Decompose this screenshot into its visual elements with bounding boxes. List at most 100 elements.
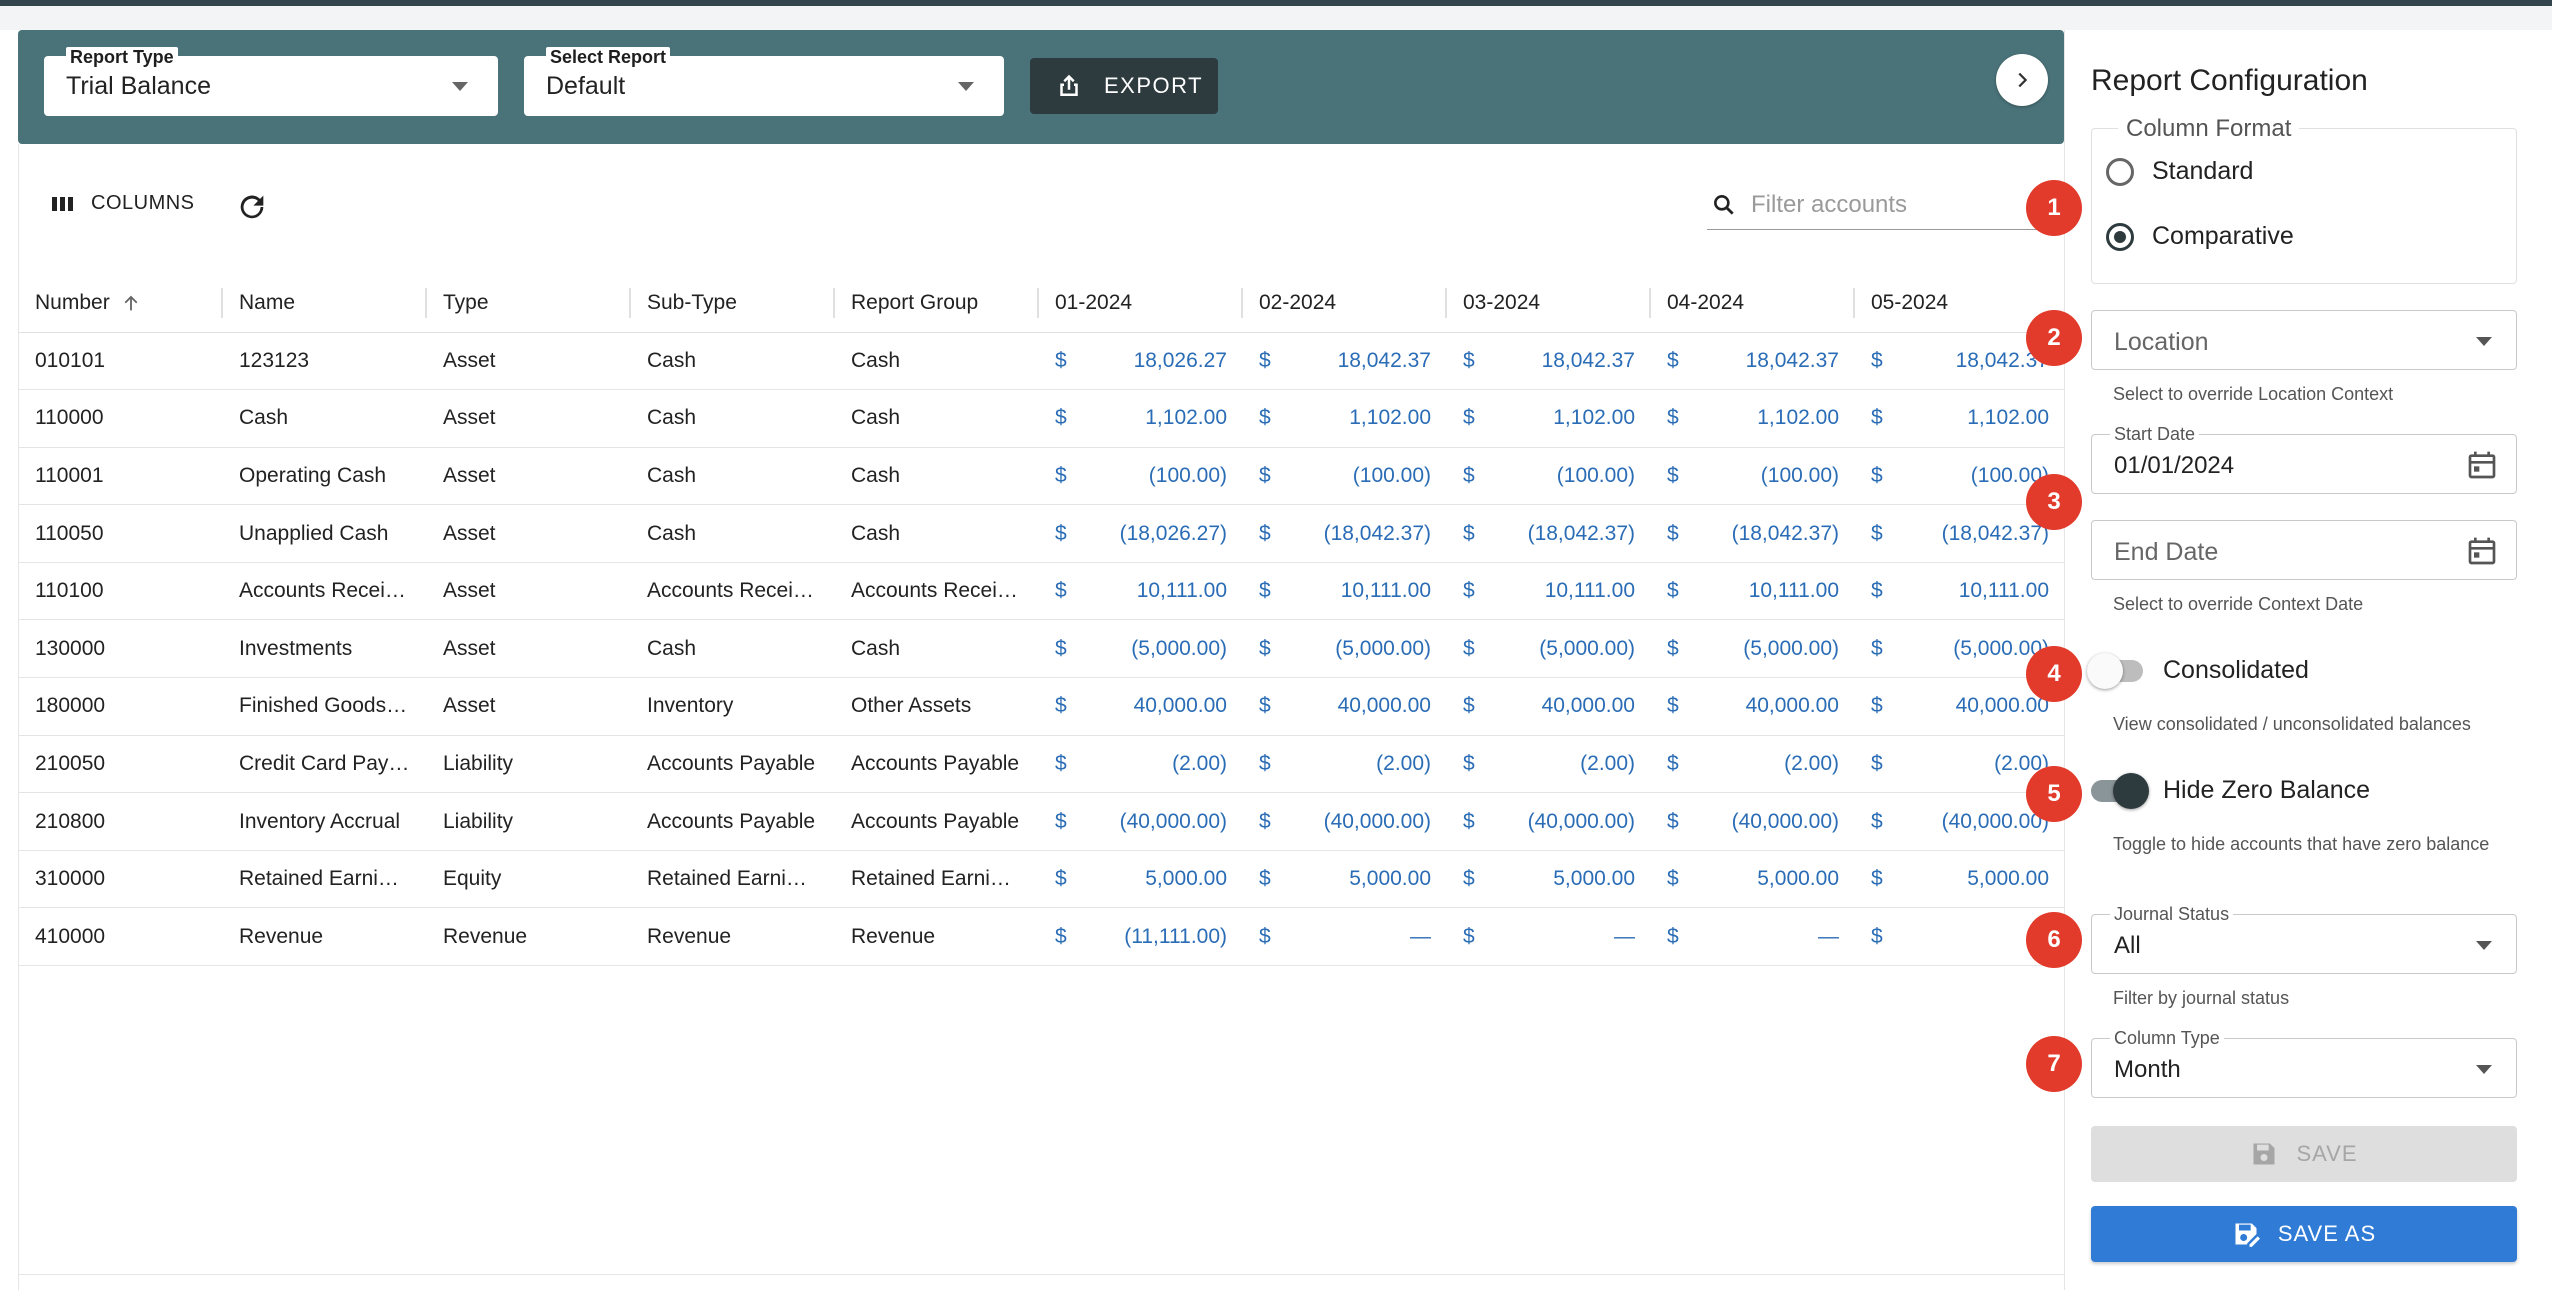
cell-name: Credit Card Pay…: [223, 735, 427, 794]
currency-symbol: $: [1871, 751, 1883, 775]
radio-comparative[interactable]: Comparative: [2106, 222, 2294, 251]
table-row[interactable]: 410000 Revenue Revenue Revenue Revenue $ (11,1…: [19, 907, 2065, 967]
cell-subtype: Cash: [631, 504, 835, 563]
hide-zero-balance-switch[interactable]: [2091, 772, 2149, 809]
cell-amount: $ (100.00): [1039, 447, 1243, 506]
currency-symbol: $: [1871, 348, 1883, 372]
column-header[interactable]: Name: [223, 274, 427, 333]
column-header[interactable]: 02-2024: [1243, 274, 1447, 333]
hide-zero-balance-toggle[interactable]: Hide Zero Balance: [2091, 772, 2370, 809]
column-type-select[interactable]: Column Type Month: [2091, 1028, 2517, 1098]
amount-value: 40,000.00: [1133, 694, 1227, 718]
export-button[interactable]: EXPORT: [1030, 58, 1218, 114]
save-as-icon: [2235, 1223, 2260, 1247]
currency-symbol: $: [1871, 924, 1883, 948]
currency-symbol: $: [1667, 636, 1679, 660]
cell-amount: $ (18,042.37): [1447, 504, 1651, 563]
radio-standard[interactable]: Standard: [2106, 157, 2253, 186]
table-row[interactable]: 310000 Retained Earni… Equity Retained Earn…: [19, 850, 2065, 909]
column-header[interactable]: 01-2024: [1039, 274, 1243, 333]
cell-number: 210800: [19, 792, 223, 851]
location-select[interactable]: Location: [2091, 310, 2517, 370]
arrow-up-icon[interactable]: [120, 292, 142, 314]
column-type-value: Month: [2114, 1056, 2181, 1083]
currency-symbol: $: [1463, 521, 1475, 545]
cell-amount: $18,026.27: [1039, 332, 1243, 391]
columns-button[interactable]: COLUMNS: [51, 192, 195, 215]
currency-symbol: $: [1055, 636, 1067, 660]
cell-subtype: Inventory: [631, 677, 835, 736]
save-label: SAVE: [2296, 1141, 2358, 1166]
amount-value: 10,111.00: [1544, 579, 1635, 603]
table-row[interactable]: 010101 123123 Asset Cash Cash $18,026.27 $18,0…: [19, 332, 2065, 391]
table-row[interactable]: 110050 Unapplied Cash Asset Cash Cash $ (18,02…: [19, 504, 2065, 563]
cell-group: Accounts Payable: [835, 735, 1039, 794]
column-header[interactable]: Sub-Type: [631, 274, 835, 333]
table-row[interactable]: 210800 Inventory Accrual Liability Accounts…: [19, 792, 2065, 851]
expand-panel-button[interactable]: [1996, 54, 2048, 106]
table-row[interactable]: 180000 Finished Goods… Asset Inventory Other…: [19, 677, 2065, 736]
currency-symbol: $: [1055, 521, 1067, 545]
cell-amount: $10,111.00: [1651, 562, 1855, 621]
currency-symbol: $: [1667, 463, 1679, 487]
currency-symbol: $: [1667, 694, 1679, 718]
amount-value: 18,042.37: [1541, 348, 1635, 372]
amount-value: 5,000.00: [1967, 867, 2049, 891]
table-row[interactable]: 110000 Cash Asset Cash Cash $1,102.00 $1,102.0…: [19, 389, 2065, 448]
consolidated-label: Consolidated: [2163, 656, 2309, 684]
currency-symbol: $: [1259, 924, 1271, 948]
consolidated-switch[interactable]: [2087, 652, 2143, 689]
calendar-icon[interactable]: [2466, 449, 2498, 481]
chevron-down-icon: [2476, 941, 2492, 950]
amount-value: 5,000.00: [1349, 867, 1431, 891]
cell-amount: $ —: [1447, 907, 1651, 967]
amount-value: 1,102.00: [1553, 406, 1635, 430]
chevron-down-icon: [2476, 337, 2492, 346]
chevron-down-icon: [958, 82, 974, 91]
currency-symbol: $: [1463, 809, 1475, 833]
table-row[interactable]: 210050 Credit Card Pay… Liability Accounts …: [19, 735, 2065, 794]
journal-status-select[interactable]: Journal Status All: [2091, 904, 2517, 974]
amount-value: 18,042.37: [1337, 348, 1431, 372]
column-header[interactable]: Number: [19, 274, 223, 333]
currency-symbol: $: [1259, 406, 1271, 430]
table-row[interactable]: 110001 Operating Cash Asset Cash Cash $ (100.0…: [19, 447, 2065, 506]
column-header[interactable]: Type: [427, 274, 631, 333]
currency-symbol: $: [1463, 751, 1475, 775]
report-type-select[interactable]: Report Type Trial Balance: [44, 47, 498, 116]
amount-value: (40,000.00): [1119, 809, 1227, 833]
cell-number: 110000: [19, 389, 223, 448]
start-date-field[interactable]: Start Date 01/01/2024: [2091, 424, 2517, 494]
cell-name: Investments: [223, 619, 427, 679]
select-report-select[interactable]: Select Report Default: [524, 47, 1004, 116]
filter-accounts-input[interactable]: [1751, 190, 2031, 219]
consolidated-toggle[interactable]: Consolidated: [2087, 652, 2309, 689]
cell-number: 110100: [19, 562, 223, 621]
cell-amount: $ (100.00): [1243, 447, 1447, 506]
columns-label: COLUMNS: [91, 192, 195, 214]
column-header[interactable]: Report Group: [835, 274, 1039, 333]
column-header[interactable]: 04-2024: [1651, 274, 1855, 333]
currency-symbol: $: [1055, 463, 1067, 487]
cell-type: Liability: [427, 735, 631, 794]
end-date-field[interactable]: End Date: [2091, 520, 2517, 580]
amount-value: (5,000.00): [1131, 636, 1227, 660]
table-row[interactable]: 110100 Accounts Recei… Asset Accounts Recei…: [19, 562, 2065, 621]
cell-amount: $10,111.00: [1039, 562, 1243, 621]
cell-name: Accounts Recei…: [223, 562, 427, 621]
cell-number: 010101: [19, 332, 223, 391]
cell-amount: $1,102.00: [1651, 389, 1855, 448]
cell-name: Inventory Accrual: [223, 792, 427, 851]
currency-symbol: $: [1055, 924, 1067, 948]
column-header[interactable]: 03-2024: [1447, 274, 1651, 333]
save-as-label: SAVE AS: [2277, 1221, 2377, 1246]
refresh-button[interactable]: [235, 190, 269, 224]
amount-value: (11,111.00): [1124, 924, 1227, 948]
cell-group: Other Assets: [835, 677, 1039, 736]
calendar-icon[interactable]: [2466, 535, 2498, 567]
save-button[interactable]: SAVE: [2091, 1126, 2517, 1182]
amount-value: —: [1410, 924, 1431, 948]
save-as-button[interactable]: SAVE AS: [2091, 1206, 2517, 1262]
cell-type: Asset: [427, 619, 631, 679]
table-row[interactable]: 130000 Investments Asset Cash Cash $ (5,000.00…: [19, 619, 2065, 679]
